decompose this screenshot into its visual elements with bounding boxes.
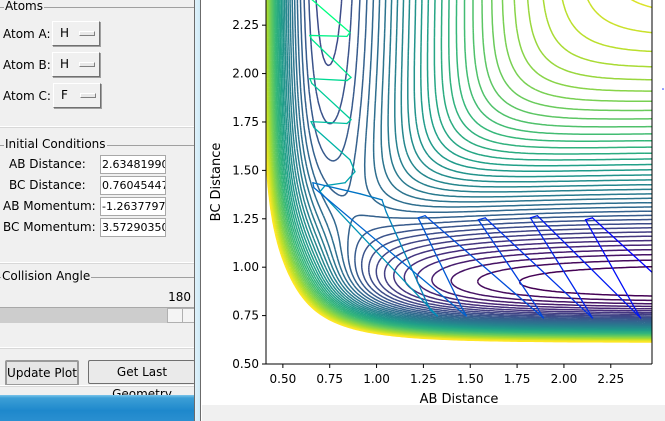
atom-a-dropdown[interactable]: H	[52, 21, 100, 46]
trajectory-segment	[477, 219, 538, 309]
trajectory-segment	[309, 77, 348, 82]
status-strip	[202, 405, 665, 421]
atom-a-label: Atom A:	[3, 27, 51, 41]
trajectory-segment	[385, 211, 431, 311]
x-tick-label: 2.25	[597, 372, 624, 386]
divider	[0, 126, 194, 128]
atom-a-value: H	[60, 26, 70, 40]
y-tick-label: 1.75	[232, 115, 259, 129]
x-tick-label: 1.75	[504, 372, 531, 386]
ab-distance-input[interactable]: 2.634819906	[100, 155, 166, 174]
divider	[0, 385, 194, 387]
x-tick-label: 1.25	[410, 372, 437, 386]
stray-marker	[662, 88, 664, 90]
trajectory-segment	[319, 185, 326, 193]
bc-distance-input[interactable]: 0.760454475	[100, 176, 166, 195]
y-axis-label: BC Distance	[209, 143, 224, 222]
x-tick-label: 1.50	[457, 372, 484, 386]
contour-line	[271, 0, 652, 337]
bc-momentum-label: BC Momentum:	[3, 220, 96, 234]
ab-momentum-input[interactable]: -1.26377977	[100, 197, 166, 216]
contour-line	[518, 265, 652, 297]
collision-angle-slider[interactable]	[0, 307, 195, 323]
y-tick-label: 2.25	[232, 18, 259, 32]
taskbar	[0, 395, 194, 421]
dropdown-indicator-icon	[80, 93, 96, 98]
initial-conditions-label: Initial Conditions	[4, 137, 107, 151]
trajectory-segment	[584, 217, 594, 221]
y-tick-label: 0.75	[232, 309, 259, 323]
x-tick-label: 1.00	[363, 372, 390, 386]
y-tick-label: 2.00	[232, 67, 259, 81]
bc-distance-label: BC Distance:	[9, 178, 86, 192]
trajectory-segment	[346, 76, 352, 82]
atom-c-label: Atom C:	[3, 89, 51, 103]
contour-line	[289, 0, 652, 327]
atom-c-value: F	[61, 88, 68, 102]
collision-angle-value: 180	[168, 290, 191, 304]
y-ticks: 0.50 0.75 1.00 1.25 1.50 1.75 2.00 2.25	[232, 18, 266, 371]
atoms-group-label: Atoms	[4, 0, 44, 13]
window-border[interactable]	[194, 0, 202, 421]
y-tick-label: 0.50	[232, 357, 259, 371]
dropdown-indicator-icon	[79, 31, 95, 36]
contour-line	[269, 0, 652, 338]
y-tick-label: 1.50	[232, 163, 259, 177]
atom-b-label: Atom B:	[3, 58, 51, 72]
bc-momentum-input[interactable]: 3.572903508	[100, 218, 166, 237]
divider	[0, 262, 194, 264]
x-axis-label: AB Distance	[420, 392, 499, 405]
atom-c-dropdown[interactable]: F	[53, 83, 101, 108]
divider	[0, 347, 194, 349]
y-tick-label: 1.25	[232, 212, 259, 226]
contour-line	[299, 0, 652, 323]
potential-energy-plot: 0.50 0.75 1.00 1.25 1.50 1.75 2.00 2.25 0.50 0.7…	[202, 0, 665, 407]
trajectory-segment	[311, 38, 352, 79]
get-last-geometry-button[interactable]: Get Last Geometry	[88, 360, 195, 401]
control-panel: Atoms Atom A: H Atom B: H Atom C: F Init…	[0, 0, 195, 421]
contour-line	[276, 0, 652, 334]
slider-handle[interactable]	[167, 308, 183, 323]
update-plot-button[interactable]: Update Plot	[5, 360, 79, 386]
contour-line	[450, 253, 652, 305]
x-ticks: 0.50 0.75 1.00 1.25 1.50 1.75 2.00 2.25	[270, 364, 624, 386]
ab-distance-label: AB Distance:	[9, 157, 86, 171]
ab-momentum-label: AB Momentum:	[3, 199, 96, 213]
atom-b-dropdown[interactable]: H	[52, 52, 100, 77]
x-tick-label: 2.00	[551, 372, 578, 386]
trajectory-segment	[311, 0, 351, 34]
dropdown-indicator-icon	[79, 62, 95, 67]
x-tick-label: 0.50	[270, 372, 297, 386]
contour-lines	[266, 0, 652, 343]
trajectory-segment	[359, 193, 383, 201]
atom-b-value: H	[60, 57, 70, 71]
trajectory-segment	[309, 34, 348, 38]
collision-angle-label: Collision Angle	[1, 269, 92, 283]
x-tick-label: 0.75	[316, 372, 343, 386]
y-tick-label: 1.00	[232, 260, 259, 274]
